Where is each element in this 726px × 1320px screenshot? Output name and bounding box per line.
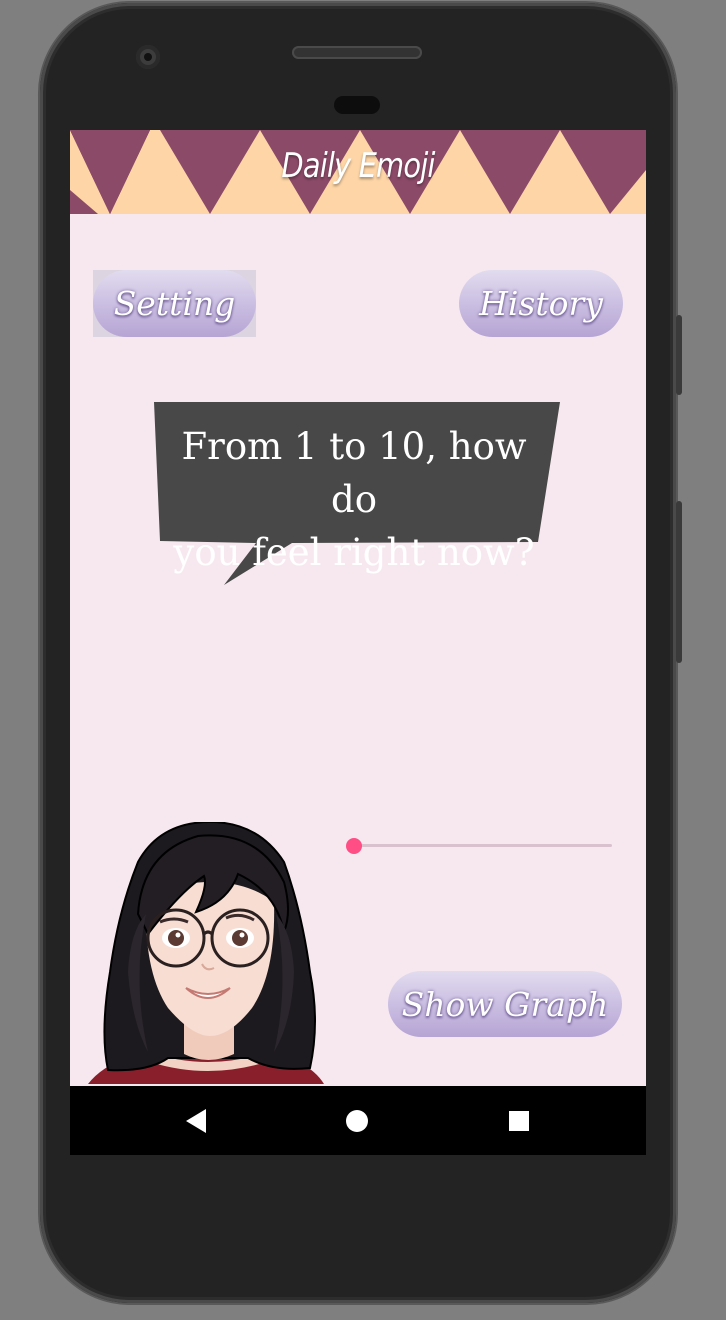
app-header: Daily Emoji — [70, 130, 646, 214]
history-button[interactable]: History — [459, 270, 623, 337]
mood-question-line-2: you feel right now? — [173, 531, 535, 574]
volume-button — [676, 501, 682, 663]
recents-square-icon[interactable] — [503, 1105, 535, 1137]
earpiece-speaker — [292, 46, 422, 59]
power-button — [676, 315, 682, 395]
app-screen: Daily Emoji Setting History From 1 to 10… — [70, 130, 646, 1086]
device-frame: Daily Emoji Setting History From 1 to 10… — [0, 0, 726, 1320]
mood-question: From 1 to 10, how do you feel right now? — [164, 420, 544, 579]
home-circle-icon[interactable] — [341, 1105, 373, 1137]
girl-avatar — [88, 822, 324, 1084]
mood-slider-thumb[interactable] — [346, 838, 362, 854]
setting-button[interactable]: Setting — [93, 270, 256, 337]
app-title: Daily Emoji — [281, 146, 435, 186]
show-graph-button[interactable]: Show Graph — [388, 971, 622, 1037]
android-nav-bar — [70, 1086, 646, 1155]
mood-question-line-1: From 1 to 10, how do — [181, 425, 527, 521]
speech-bubble: From 1 to 10, how do you feel right now? — [154, 402, 562, 588]
mood-slider-track[interactable] — [354, 844, 612, 847]
front-camera — [136, 45, 160, 69]
back-triangle-icon[interactable] — [182, 1105, 214, 1137]
mood-slider[interactable] — [346, 834, 612, 858]
proximity-sensor — [334, 96, 380, 114]
setting-button-frame: Setting — [93, 270, 256, 337]
